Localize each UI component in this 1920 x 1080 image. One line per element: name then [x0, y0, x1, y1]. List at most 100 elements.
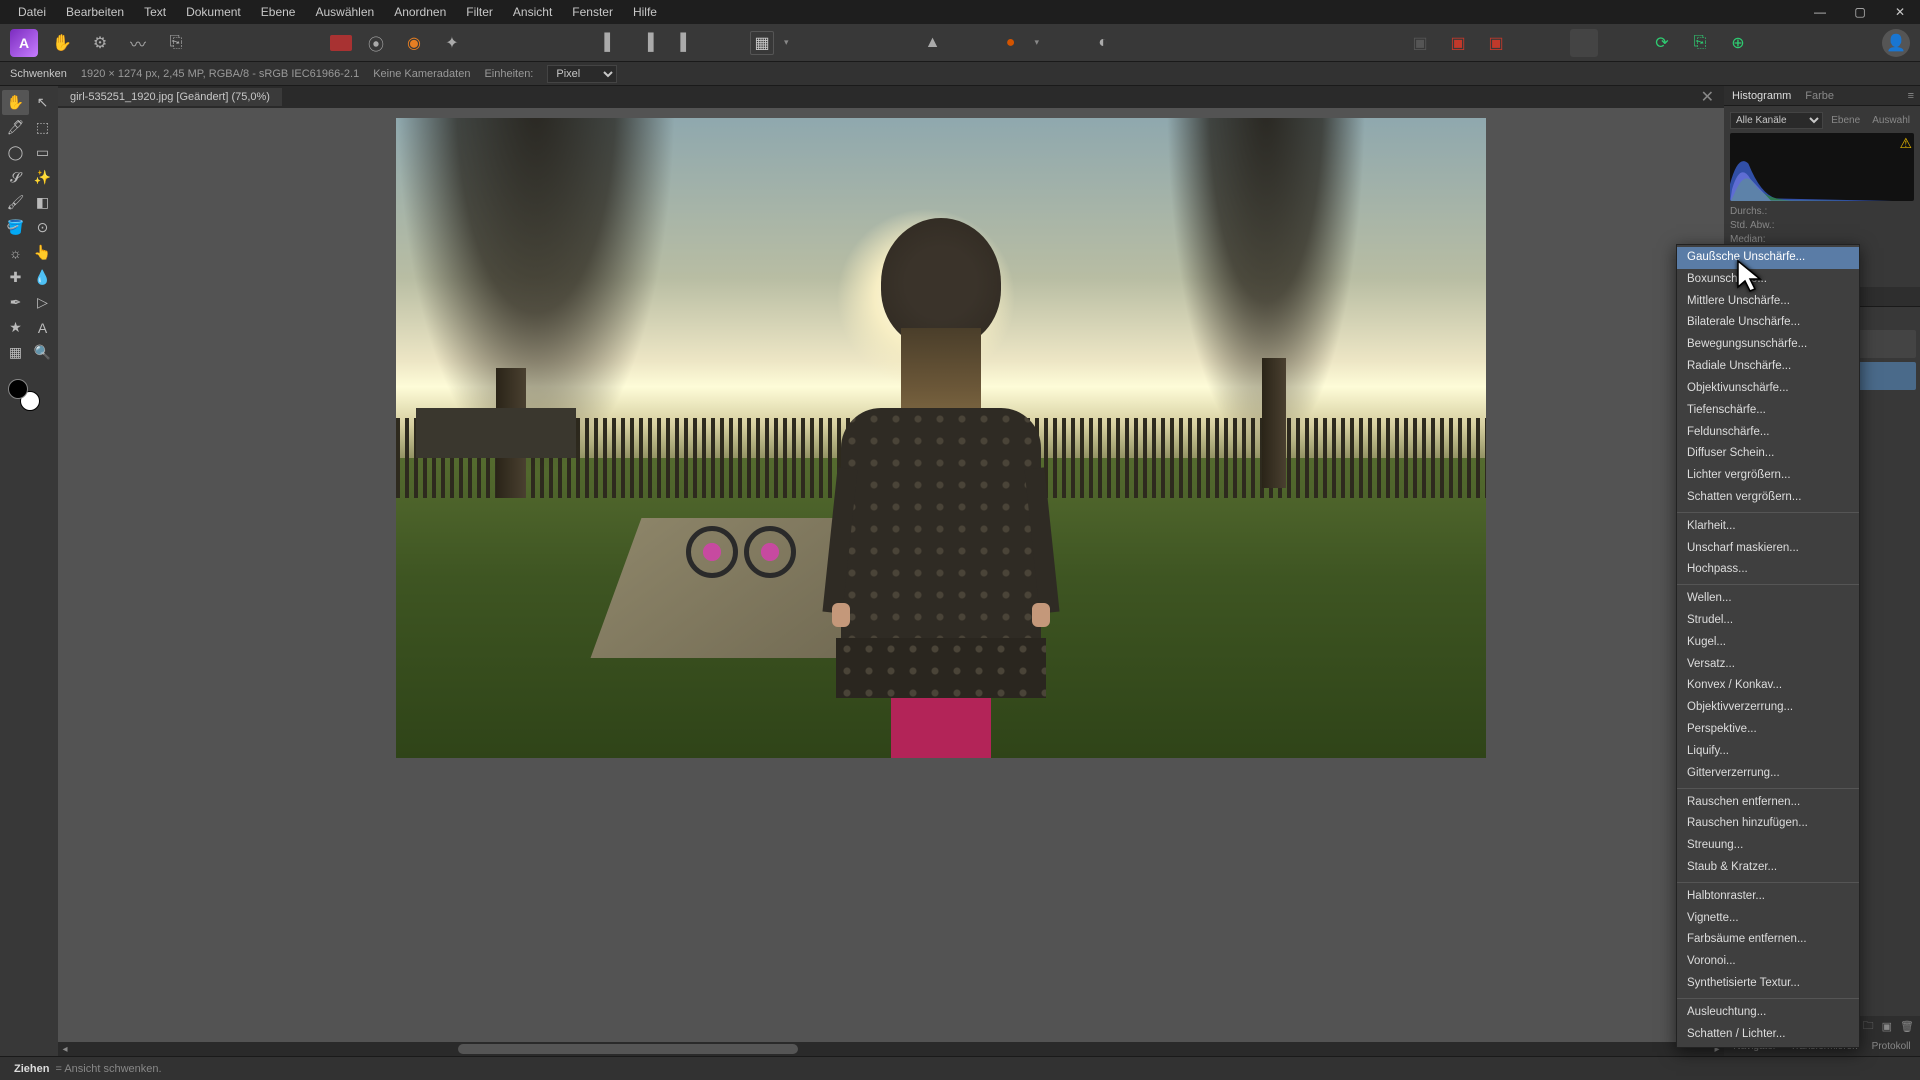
sync-c-icon[interactable]: ⊕ [1724, 29, 1752, 57]
shape-tool-icon[interactable]: ★ [2, 315, 29, 340]
arrange-forward-icon[interactable]: ▲ [919, 29, 947, 57]
filter-menu-item[interactable]: Konvex / Konkav... [1677, 675, 1859, 697]
color-swatch[interactable] [8, 379, 40, 411]
dodge-tool-icon[interactable]: ☼ [2, 240, 29, 265]
color-wheel-icon[interactable]: ◉ [400, 29, 428, 57]
mesh-tool-icon[interactable]: ▦ [2, 340, 29, 365]
menu-item-filter[interactable]: Filter [456, 1, 503, 23]
filter-menu-item[interactable]: Versatz... [1677, 654, 1859, 676]
filter-menu-item[interactable]: Farbsäume entfernen... [1677, 929, 1859, 951]
filter-menu-item[interactable]: Klarheit... [1677, 516, 1859, 538]
filter-menu-item[interactable]: Liquify... [1677, 741, 1859, 763]
filter-menu-item[interactable]: Rauschen hinzufügen... [1677, 813, 1859, 835]
sync-b-icon[interactable]: ⎘ [1686, 29, 1714, 57]
filter-menu-item[interactable]: Feldunschärfe... [1677, 422, 1859, 444]
record-icon[interactable]: ● [997, 29, 1025, 57]
filter-menu-item[interactable]: Ausleuchtung... [1677, 1002, 1859, 1024]
autocolor-icon[interactable]: ✦ [438, 29, 466, 57]
persona-hand-icon[interactable]: ✋ [48, 29, 76, 57]
layer-add-icon[interactable]: ▣ [1882, 1020, 1892, 1033]
filter-menu-item[interactable]: Schatten vergrößern... [1677, 487, 1859, 509]
menu-item-dokument[interactable]: Dokument [176, 1, 251, 23]
marquee-tool-icon[interactable]: ▭ [29, 140, 56, 165]
minimize-button[interactable]: — [1800, 0, 1840, 24]
align-center-icon[interactable]: ▐ [634, 29, 662, 57]
maximize-button[interactable]: ▢ [1840, 0, 1880, 24]
stack-c-icon[interactable]: ▣ [1482, 29, 1510, 57]
menu-item-fenster[interactable]: Fenster [562, 1, 623, 23]
filter-menu-item[interactable]: Wellen... [1677, 588, 1859, 610]
layer-delete-icon[interactable]: 🗑 [1900, 1020, 1914, 1033]
channel-select[interactable]: Alle Kanäle [1730, 112, 1823, 129]
stack-b-icon[interactable]: ▣ [1444, 29, 1472, 57]
filter-menu-item[interactable]: Vignette... [1677, 908, 1859, 930]
filter-menu-item[interactable]: Schatten / Lichter... [1677, 1024, 1859, 1046]
filter-menu-item[interactable]: Halbtonraster... [1677, 886, 1859, 908]
selection-brush-tool-icon[interactable]: ◯ [2, 140, 29, 165]
filter-menu-item[interactable]: Staub & Kratzer... [1677, 857, 1859, 879]
eraser-tool-icon[interactable]: ◧ [29, 190, 56, 215]
clone-tool-icon[interactable]: ⊙ [29, 215, 56, 240]
menu-item-datei[interactable]: Datei [8, 1, 56, 23]
tab-close-icon[interactable]: ✕ [1691, 87, 1724, 107]
menu-item-text[interactable]: Text [134, 1, 176, 23]
filter-menu-item[interactable]: Radiale Unschärfe... [1677, 356, 1859, 378]
filter-menu-item[interactable]: Bilaterale Unschärfe... [1677, 312, 1859, 334]
node-tool-icon[interactable]: ▷ [29, 290, 56, 315]
align-right-icon[interactable]: ▌ [672, 29, 700, 57]
menu-item-bearbeiten[interactable]: Bearbeiten [56, 1, 134, 23]
layer-folder-icon[interactable]: 🗀 [1863, 1017, 1874, 1036]
filter-menu-item[interactable]: Unscharf maskieren... [1677, 538, 1859, 560]
stack-a-icon[interactable]: ▣ [1406, 29, 1434, 57]
align-left-icon[interactable]: ▌ [596, 29, 624, 57]
pen-tool-icon[interactable]: ✒ [2, 290, 29, 315]
filter-menu-item[interactable]: Mittlere Unschärfe... [1677, 291, 1859, 313]
filter-menu-item[interactable]: Gitterverzerrung... [1677, 763, 1859, 785]
filter-menu-item[interactable]: Hochpass... [1677, 559, 1859, 581]
histogram-tab[interactable]: Histogramm [1732, 90, 1791, 102]
close-button[interactable]: ✕ [1880, 0, 1920, 24]
fill-tool-icon[interactable]: 🪣 [2, 215, 29, 240]
crop-tool-icon[interactable]: ⬚ [29, 115, 56, 140]
account-avatar-icon[interactable]: 👤 [1882, 29, 1910, 57]
snap-dropdown[interactable]: ▦ [750, 31, 774, 55]
healing-tool-icon[interactable]: ✚ [2, 265, 29, 290]
scrollbar-thumb[interactable] [458, 1044, 798, 1054]
quickmask-icon[interactable]: ◐ [1089, 29, 1117, 57]
smudge-tool-icon[interactable]: 👆 [29, 240, 56, 265]
persona-export-icon[interactable]: ⎘ [162, 29, 190, 57]
menu-item-ebene[interactable]: Ebene [251, 1, 306, 23]
filter-menu-item[interactable]: Kugel... [1677, 632, 1859, 654]
document-tab[interactable]: girl-535251_1920.jpg [Geändert] (75,0%) [58, 88, 282, 106]
filter-menu-item[interactable]: Rauschen entfernen... [1677, 792, 1859, 814]
units-select[interactable]: Pixel [547, 65, 617, 83]
menu-item-hilfe[interactable]: Hilfe [623, 1, 667, 23]
histo-mode-selection[interactable]: Auswahl [1868, 115, 1914, 126]
color-tab[interactable]: Farbe [1805, 90, 1834, 102]
color-chip-icon[interactable] [330, 35, 352, 51]
menu-item-anordnen[interactable]: Anordnen [384, 1, 456, 23]
menu-item-auswählen[interactable]: Auswählen [305, 1, 384, 23]
text-tool-icon[interactable]: A [29, 315, 56, 340]
eyedropper-icon[interactable]: ⦿ [362, 29, 390, 57]
filter-menu-item[interactable]: Perspektive... [1677, 719, 1859, 741]
histo-mode-layer[interactable]: Ebene [1827, 115, 1864, 126]
zoom-tool-icon[interactable]: 🔍 [29, 340, 56, 365]
filter-menu-item[interactable]: Diffuser Schein... [1677, 443, 1859, 465]
filter-menu-item[interactable]: Lichter vergrößern... [1677, 465, 1859, 487]
filter-menu-item[interactable]: Gaußsche Unschärfe... [1677, 247, 1859, 269]
lasso-tool-icon[interactable]: 𝓢 [2, 165, 29, 190]
filter-menu-item[interactable]: Boxunschärfe... [1677, 269, 1859, 291]
filter-menu-item[interactable]: Synthetisierte Textur... [1677, 973, 1859, 995]
filter-menu-item[interactable]: Objektivverzerrung... [1677, 697, 1859, 719]
filter-menu-item[interactable]: Streuung... [1677, 835, 1859, 857]
filter-menu-item[interactable]: Voronoi... [1677, 951, 1859, 973]
panel-menu-icon[interactable]: ≡ [1902, 90, 1920, 102]
foreground-color-icon[interactable] [8, 379, 28, 399]
canvas-viewport[interactable]: ◂ ▸ [58, 108, 1724, 1056]
move-tool-icon[interactable]: ↖ [29, 90, 56, 115]
menu-item-ansicht[interactable]: Ansicht [503, 1, 562, 23]
horizontal-scrollbar[interactable]: ◂ ▸ [58, 1042, 1724, 1056]
histogram-warning-icon[interactable]: ⚠ [1899, 135, 1912, 152]
persona-liquify-icon[interactable]: 〰 [124, 29, 152, 57]
